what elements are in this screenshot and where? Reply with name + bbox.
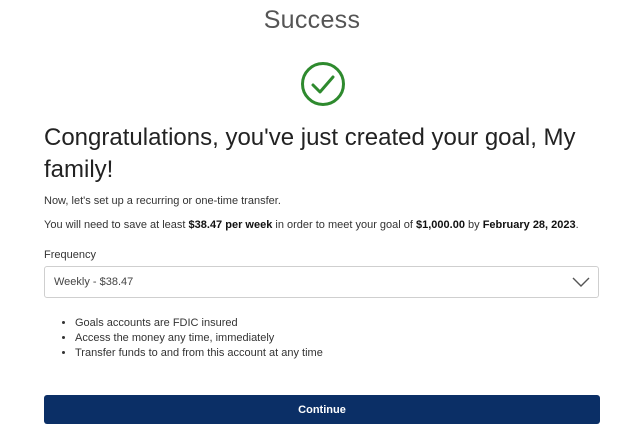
benefits-list: Goals accounts are FDIC insured Access t… bbox=[58, 316, 323, 361]
frequency-select[interactable]: Weekly - $38.47 bbox=[44, 266, 599, 298]
frequency-selected-value: Weekly - $38.47 bbox=[54, 276, 134, 288]
continue-button[interactable]: Continue bbox=[44, 395, 600, 424]
goal-amount: $1,000.00 bbox=[416, 219, 465, 231]
savings-message-suffix: . bbox=[575, 219, 579, 231]
savings-amount-per-period: $38.47 per week bbox=[188, 219, 273, 231]
goal-date: February 28, 2023 bbox=[482, 219, 576, 231]
chevron-down-icon bbox=[572, 277, 590, 287]
savings-message-middle: in order to meet your goal of bbox=[272, 219, 417, 231]
frequency-label: Frequency bbox=[44, 249, 96, 261]
list-item: Transfer funds to and from this account … bbox=[75, 346, 323, 361]
page-title: Success bbox=[263, 6, 361, 34]
congratulations-headline: Congratulations, you've just created you… bbox=[44, 124, 576, 183]
savings-message-prefix: You will need to save at least bbox=[44, 219, 189, 231]
savings-message-by: by bbox=[464, 219, 483, 231]
check-circle-icon bbox=[301, 62, 345, 106]
list-item: Access the money any time, immediately bbox=[75, 331, 323, 346]
list-item: Goals accounts are FDIC insured bbox=[75, 316, 323, 331]
transfer-instruction: Now, let's set up a recurring or one-tim… bbox=[44, 195, 281, 207]
savings-message: You will need to save at least $38.47 pe… bbox=[44, 219, 579, 231]
success-page: Success Congratulations, you've just cre… bbox=[0, 0, 624, 437]
